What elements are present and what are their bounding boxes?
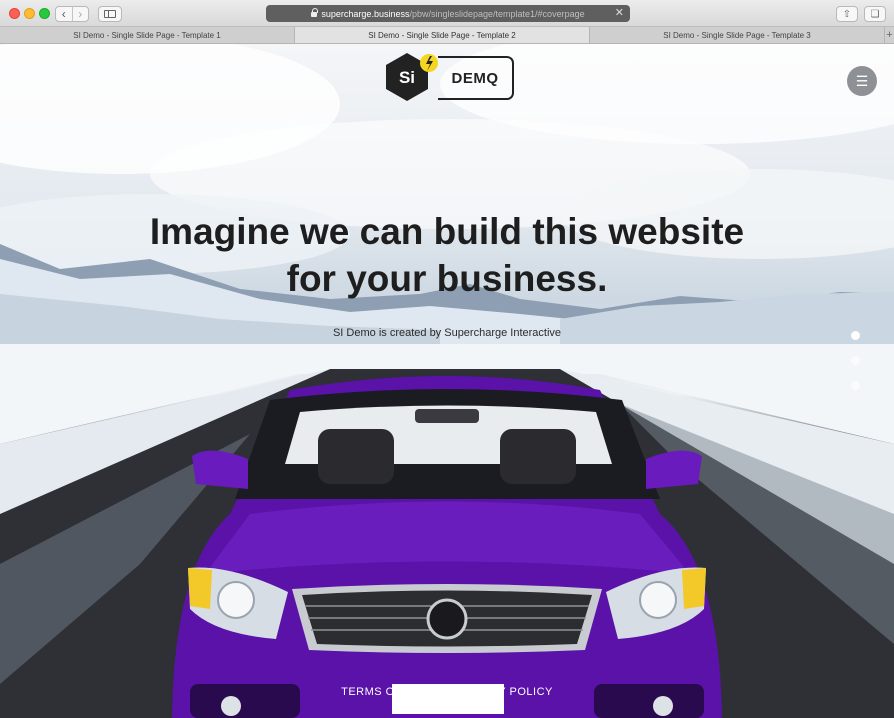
slide-dot-2[interactable] (851, 356, 860, 365)
logo-badge-text: Si (398, 68, 416, 87)
slide-dot-1[interactable] (851, 331, 860, 340)
close-window-button[interactable] (9, 8, 20, 19)
history-nav: ‹ › (55, 6, 89, 22)
address-bar[interactable]: supercharge.business /pbw/singleslidepag… (266, 5, 630, 22)
hamburger-icon: ☰ (855, 72, 869, 89)
privacy-link[interactable]: PRIVACY POLICY (455, 686, 553, 698)
minimize-window-button[interactable] (24, 8, 35, 19)
tabs-overview-icon: ❏ (870, 8, 880, 20)
lock-icon (311, 8, 319, 17)
new-tab-button[interactable]: + (885, 27, 894, 43)
sidebar-toggle-button[interactable] (98, 6, 122, 22)
sidebar-icon (104, 10, 116, 18)
web-page: Si DEMQ ☰ Imagine we can build this webs… (0, 44, 894, 718)
headline-line-2: for your business. (286, 258, 608, 299)
tab-template-2[interactable]: SI Demo - Single Slide Page - Template 2 (295, 27, 590, 43)
landscape-scene (0, 244, 894, 718)
hero-headline: Imagine we can build this website for yo… (0, 208, 894, 302)
back-icon[interactable]: ‹ (56, 7, 72, 21)
logo-wordmark: DEMQ (438, 56, 514, 100)
tab-template-1[interactable]: SI Demo - Single Slide Page - Template 1 (0, 27, 295, 43)
footer-links: TERMS OF USE PRIVACY POLICY (0, 686, 894, 698)
stop-loading-icon[interactable]: ✕ (615, 6, 624, 19)
url-path: /pbw/singleslidepage/template1/#coverpag… (409, 8, 585, 19)
browser-toolbar: ‹ › supercharge.business /pbw/singleslid… (0, 0, 894, 27)
url-domain: supercharge.business (321, 8, 410, 19)
forward-icon[interactable]: › (71, 7, 89, 21)
tab-template-3[interactable]: SI Demo - Single Slide Page - Template 3 (590, 27, 885, 43)
zoom-window-button[interactable] (39, 8, 50, 19)
terms-link[interactable]: TERMS OF USE (341, 686, 430, 698)
site-logo[interactable]: Si DEMQ (383, 53, 515, 103)
tab-bar: SI Demo - Single Slide Page - Template 1… (0, 27, 894, 44)
show-tabs-button[interactable]: ❏ (864, 6, 886, 22)
slide-pagination (851, 331, 863, 406)
hero-subtitle: SI Demo is created by Supercharge Intera… (332, 327, 562, 339)
slide-dot-3[interactable] (851, 381, 860, 390)
headline-line-1: Imagine we can build this website (149, 211, 745, 252)
menu-button[interactable]: ☰ (847, 66, 877, 96)
share-icon: ⇧ (842, 8, 852, 20)
share-button[interactable]: ⇧ (836, 6, 858, 22)
